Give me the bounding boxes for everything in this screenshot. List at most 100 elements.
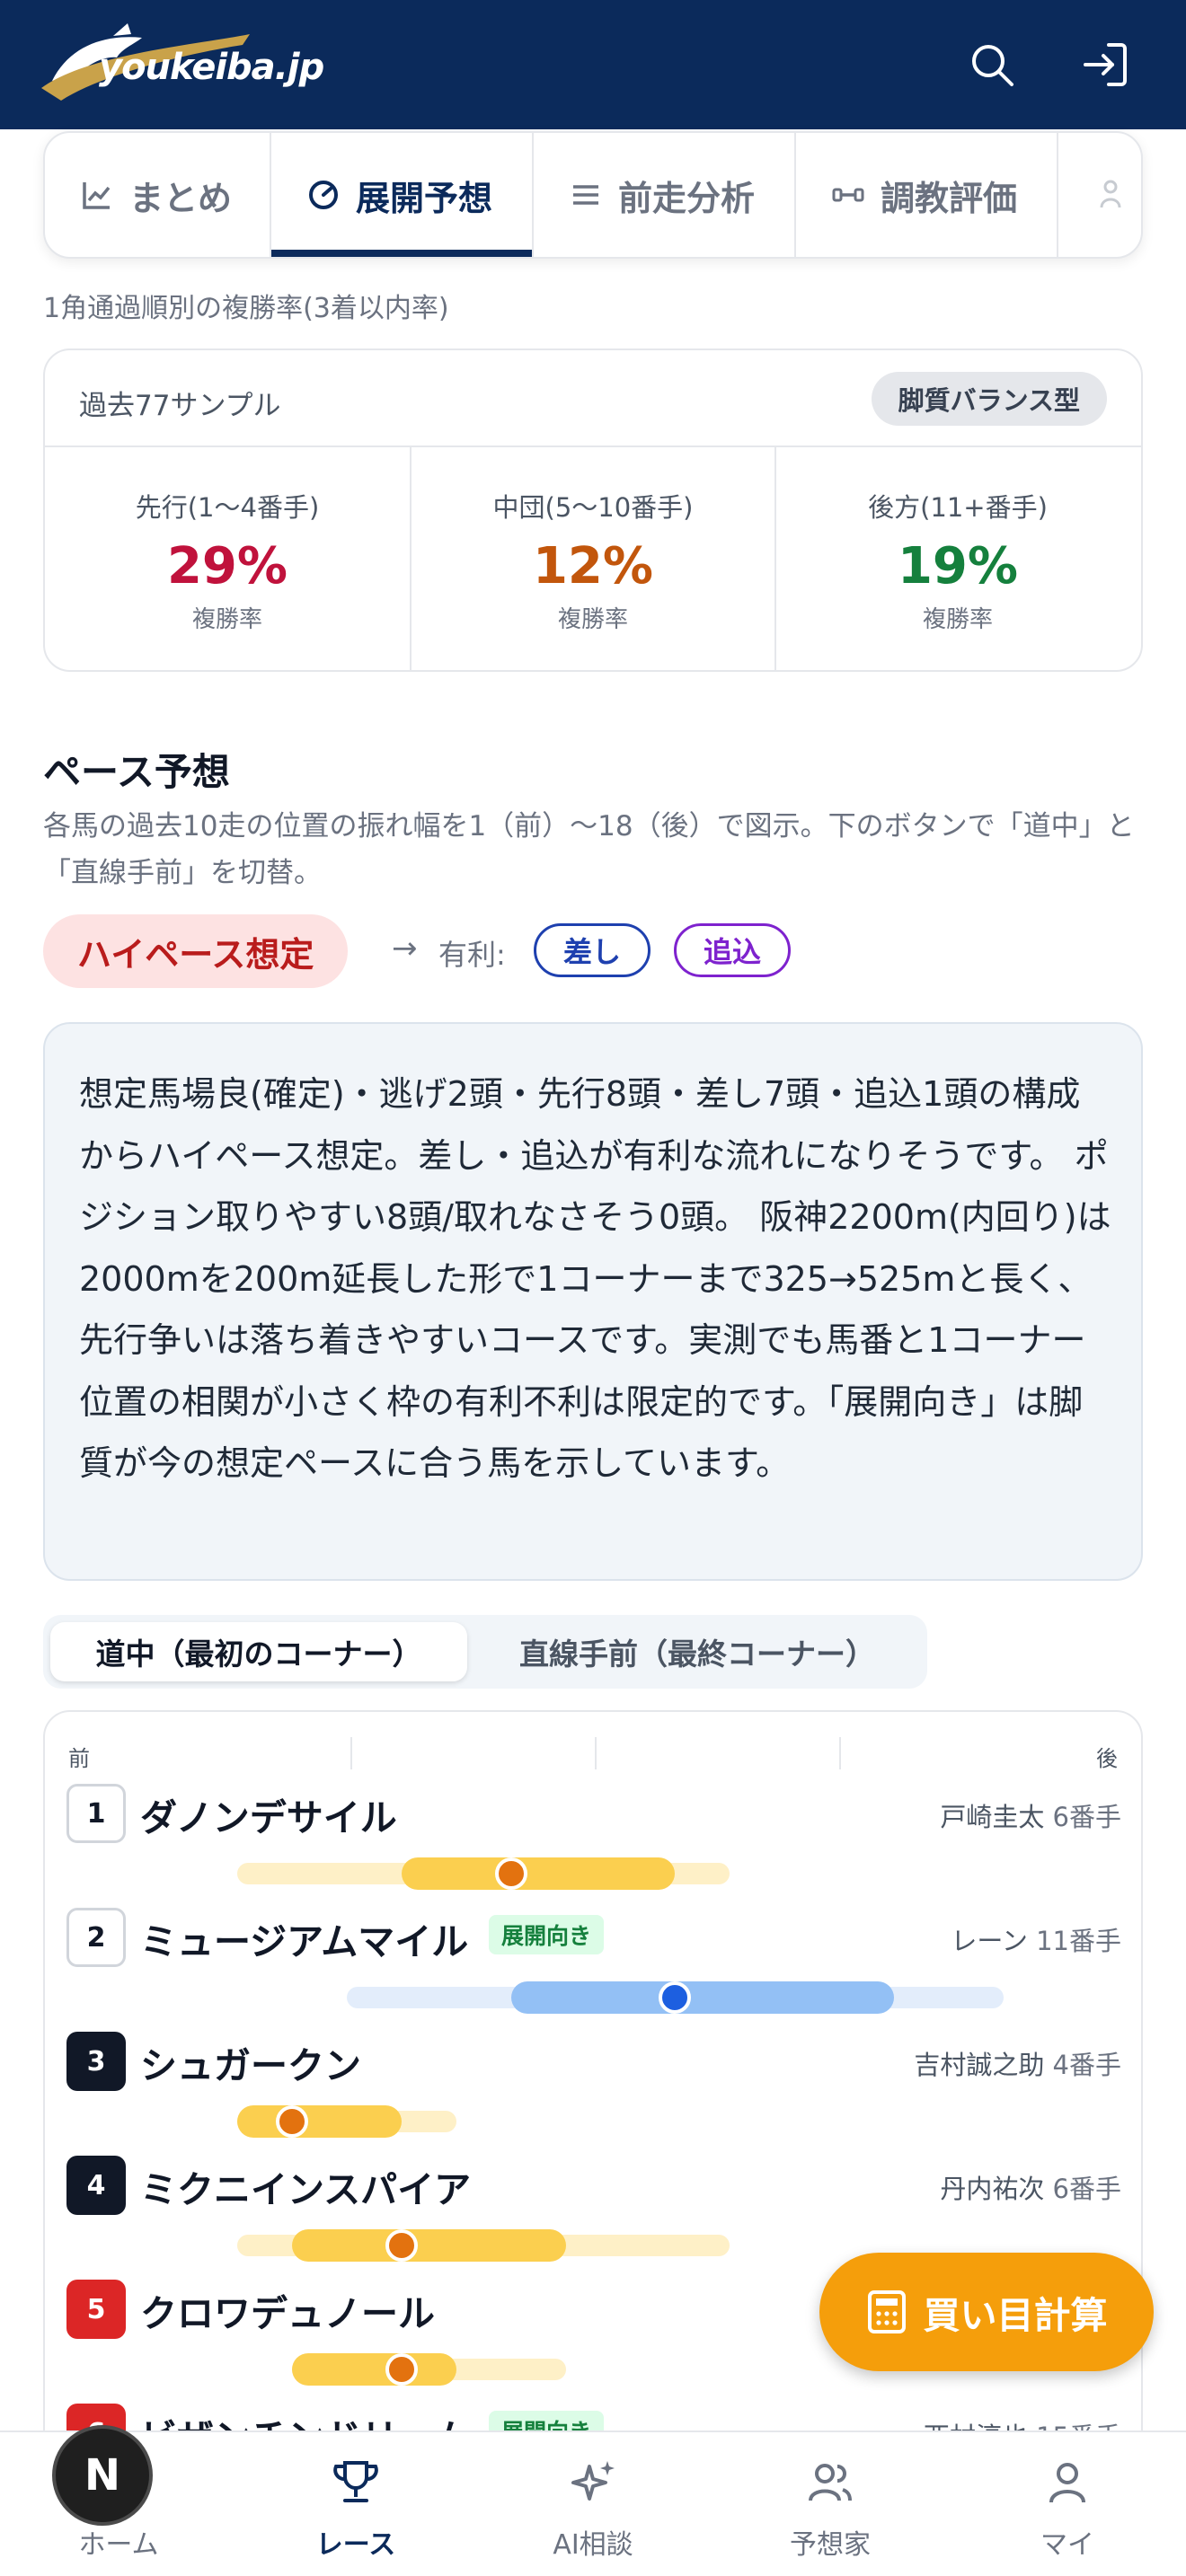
stat-middle: 中団(5〜10番手) 12% 複勝率 xyxy=(410,447,774,672)
overlay-n-badge[interactable]: N xyxy=(52,2425,153,2526)
stat-value: 12% xyxy=(532,537,654,595)
position-range-core xyxy=(236,2105,402,2138)
sparkle-icon xyxy=(571,2461,615,2501)
expected-slot: 6番手 xyxy=(1052,1802,1121,1832)
nav-label: 予想家 xyxy=(790,2529,871,2561)
tab-label: 前走分析 xyxy=(618,178,756,218)
pace-analysis-text: 想定馬場良(確定)・逃げ2頭・先行8頭・差し7頭・追込1頭の構成からハイペース想… xyxy=(79,1074,1111,1483)
expected-position-dot xyxy=(275,2105,308,2138)
horse-name: ダノンデサイル xyxy=(140,1796,397,1839)
nav-ai-consult[interactable]: AI相談 xyxy=(474,2432,712,2576)
expected-slot: 4番手 xyxy=(1052,2050,1121,2080)
horse-name: クロワデュノール xyxy=(140,2292,435,2335)
user-icon xyxy=(1049,2463,1085,2503)
bet-calculator-button[interactable]: 買い目計算 xyxy=(819,2253,1154,2371)
axis-gridline xyxy=(595,1737,597,1769)
bottom-navigation: ホーム レース AI相談 予想家 マイ xyxy=(0,2430,1186,2576)
position-range-core xyxy=(401,1857,676,1890)
expected-slot: 11番手 xyxy=(1036,1926,1121,1956)
horse-number: 1 xyxy=(66,1784,126,1843)
tab-label: 調教評価 xyxy=(881,178,1018,218)
nav-label: ホーム xyxy=(78,2529,159,2561)
nav-mypage[interactable]: マイ xyxy=(949,2432,1186,2576)
stat-value: 29% xyxy=(166,537,288,595)
jockey-info: 丹内祐次 6番手 xyxy=(940,2168,1121,2206)
nav-label: AI相談 xyxy=(553,2529,633,2561)
stat-value: 19% xyxy=(897,537,1019,595)
advantage-chip-sashi: 差し xyxy=(534,923,651,977)
expected-position-dot xyxy=(385,2353,418,2386)
nav-label: マイ xyxy=(1040,2529,1094,2561)
horse-row[interactable]: 2 ミュージアムマイル 展開向き レーン 11番手 xyxy=(45,1908,1145,2032)
expected-position-dot xyxy=(494,1857,527,1890)
nav-race[interactable]: レース xyxy=(237,2432,474,2576)
style-balance-badge: 脚質バランス型 xyxy=(871,372,1107,426)
horse-number: 3 xyxy=(66,2032,126,2091)
axis-front-label: 前 xyxy=(68,1746,90,1771)
nav-label: レース xyxy=(315,2529,396,2561)
tab-training[interactable]: 調教評価 xyxy=(796,133,1058,257)
list-icon xyxy=(573,185,598,205)
fab-label: 買い目計算 xyxy=(923,2294,1108,2337)
sample-count: 過去77サンプル xyxy=(79,390,281,422)
jockey-name: 吉村誠之助 xyxy=(914,2050,1045,2080)
segment-midrace[interactable]: 道中（最初のコーナー） xyxy=(50,1622,467,1681)
stat-label: 後方(11+番手) xyxy=(868,492,1048,523)
stat-label: 中団(5〜10番手) xyxy=(492,492,694,523)
jockey-icon xyxy=(1100,180,1121,208)
dumbbell-icon xyxy=(832,188,864,202)
corner-stats-subtitle: 1角通過順別の複勝率(3着以内率) xyxy=(43,293,449,324)
jockey-name: レーン xyxy=(951,1926,1028,1956)
position-range-core xyxy=(291,2353,456,2386)
pace-forecast-pill: ハイペース想定 xyxy=(43,914,349,988)
stat-sub: 複勝率 xyxy=(191,606,262,633)
segment-final-corner[interactable]: 直線手前（最終コーナー） xyxy=(474,1622,920,1681)
calculator-icon xyxy=(867,2290,906,2333)
trophy-icon xyxy=(333,2461,378,2502)
horse-row[interactable]: 3 シュガークン 吉村誠之助 4番手 xyxy=(45,2032,1145,2156)
axis-gridline xyxy=(839,1737,841,1769)
logo-text: youkeiba.jp xyxy=(99,47,324,88)
position-segment-control: 道中（最初のコーナー） 直線手前（最終コーナー） xyxy=(43,1615,927,1689)
stat-front: 先行(1〜4番手) 29% 複勝率 xyxy=(45,447,410,672)
horse-number: 4 xyxy=(66,2156,126,2215)
search-icon[interactable] xyxy=(965,38,1019,92)
analysis-tabs: まとめ 展開予想 前走分析 調教評価 xyxy=(43,131,1143,259)
stat-sub: 複勝率 xyxy=(922,606,993,633)
tab-label: まとめ xyxy=(129,178,233,218)
pace-analysis-box: 想定馬場良(確定)・逃げ2頭・先行8頭・差し7頭・追込1頭の構成からハイペース想… xyxy=(43,1022,1143,1581)
jockey-info: 吉村誠之助 4番手 xyxy=(914,2044,1121,2082)
jockey-info: 戸崎圭太 6番手 xyxy=(940,1796,1121,1834)
app-header: youkeiba.jp xyxy=(0,0,1186,129)
jockey-info: レーン 11番手 xyxy=(951,1920,1121,1958)
stat-sub: 複勝率 xyxy=(557,606,628,633)
horse-name: ミクニインスパイア xyxy=(140,2168,472,2211)
advantage-chip-oikomi: 追込 xyxy=(674,923,792,977)
expected-slot: 6番手 xyxy=(1052,2174,1121,2204)
tab-more[interactable] xyxy=(1058,133,1141,257)
horse-name: ミュージアムマイル xyxy=(140,1920,469,1963)
horse-number: 2 xyxy=(66,1908,126,1967)
tab-label: 展開予想 xyxy=(356,178,493,218)
horse-name: シュガークン xyxy=(140,2044,361,2087)
chart-line-icon xyxy=(83,182,111,209)
arrow-right-icon: → xyxy=(392,931,418,966)
stats-header: 過去77サンプル 脚質バランス型 xyxy=(45,350,1141,447)
expected-position-dot xyxy=(385,2229,418,2262)
tab-pace-forecast[interactable]: 展開予想 xyxy=(271,133,534,257)
advantage-label: 有利: xyxy=(438,938,506,972)
pace-title: ペース予想 xyxy=(43,750,230,794)
login-icon[interactable] xyxy=(1078,38,1132,92)
nav-tipsters[interactable]: 予想家 xyxy=(712,2432,949,2576)
axis-gridline xyxy=(350,1737,352,1769)
jockey-name: 戸崎圭太 xyxy=(940,1802,1045,1832)
horse-row[interactable]: 1 ダノンデサイル 戸崎圭太 6番手 xyxy=(45,1784,1145,1908)
favorable-pace-badge: 展開向き xyxy=(489,1915,605,1954)
stat-label: 先行(1〜4番手) xyxy=(135,492,320,523)
pace-description: 各馬の過去10走の位置の振れ幅を1（前）〜18（後）で図示。下のボタンで「道中」… xyxy=(43,810,1135,889)
tab-summary[interactable]: まとめ xyxy=(45,133,271,257)
tab-last-race[interactable]: 前走分析 xyxy=(534,133,796,257)
horse-number: 5 xyxy=(66,2280,126,2339)
gauge-icon xyxy=(309,181,338,209)
position-range-core xyxy=(510,1981,895,2014)
